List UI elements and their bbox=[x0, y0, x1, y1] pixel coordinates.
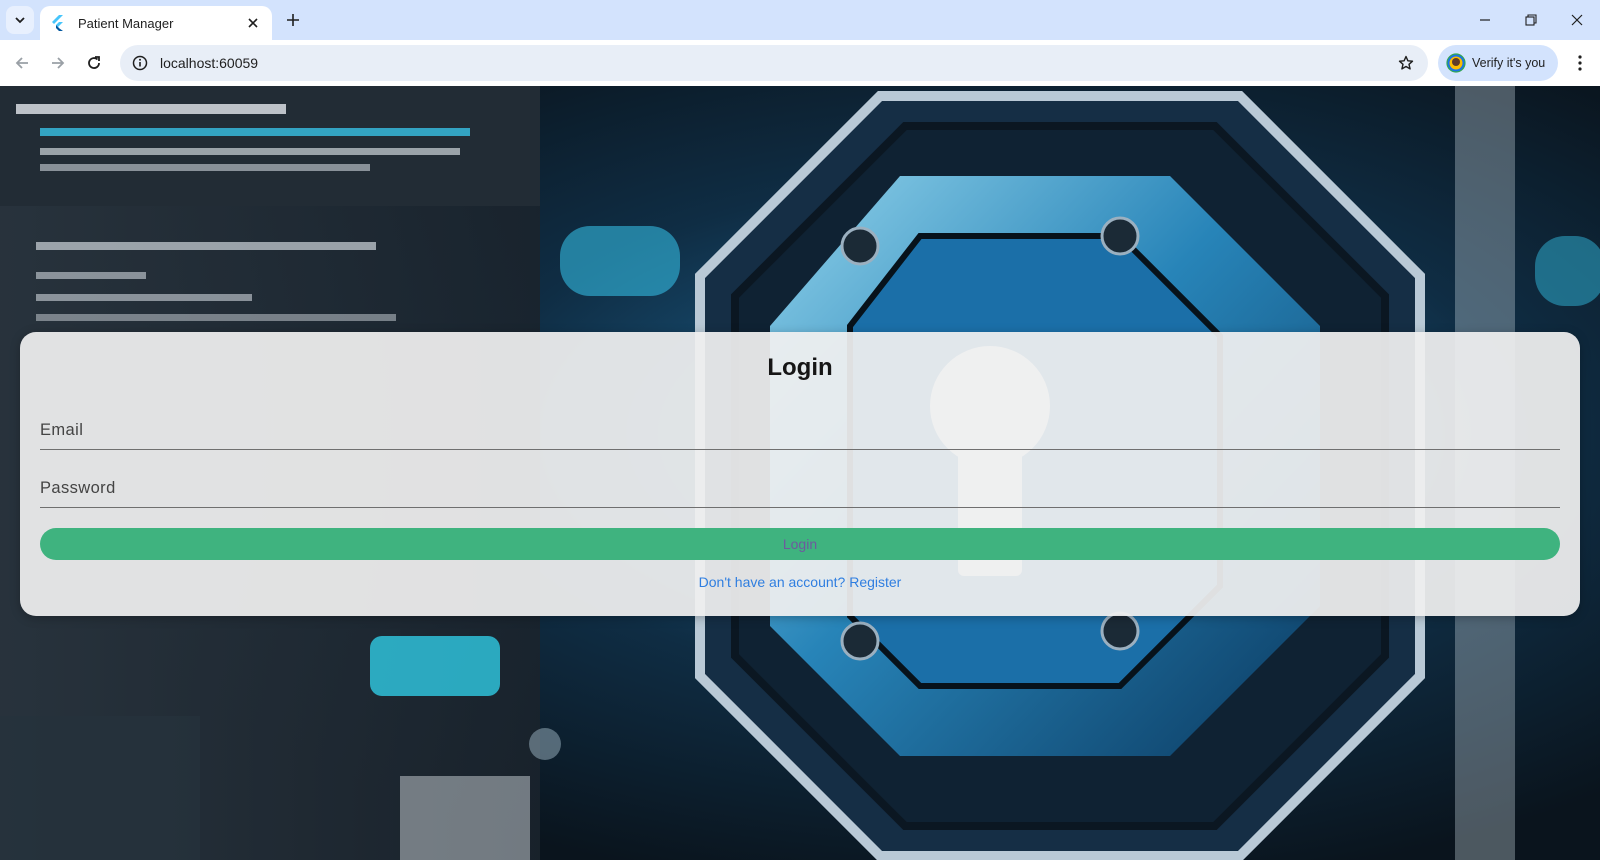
page-viewport: Login Login Don't have an account? Regis… bbox=[0, 86, 1600, 860]
window-controls bbox=[1462, 0, 1600, 40]
address-bar[interactable]: localhost:60059 bbox=[120, 45, 1428, 81]
email-field[interactable] bbox=[40, 406, 1560, 449]
bookmark-button[interactable] bbox=[1390, 47, 1422, 79]
login-title: Login bbox=[767, 354, 833, 381]
profile-verify-chip[interactable]: Verify it's you bbox=[1438, 45, 1558, 81]
tab-title: Patient Manager bbox=[78, 15, 174, 31]
minimize-icon bbox=[1480, 19, 1490, 21]
login-card: Login Login Don't have an account? Regis… bbox=[20, 332, 1580, 616]
reload-icon bbox=[88, 56, 100, 69]
browser-tab[interactable]: Patient Manager bbox=[40, 6, 272, 40]
login-button[interactable]: Login bbox=[40, 528, 1560, 560]
forward-button[interactable] bbox=[44, 49, 72, 77]
chevron-down-icon bbox=[15, 17, 25, 24]
restore-button[interactable] bbox=[1508, 0, 1554, 40]
reload-button[interactable] bbox=[80, 49, 108, 77]
avatar bbox=[1446, 53, 1466, 73]
close-window-button[interactable] bbox=[1554, 0, 1600, 40]
url-text[interactable]: localhost:60059 bbox=[160, 55, 1390, 71]
register-link[interactable]: Don't have an account? Register bbox=[20, 574, 1580, 590]
arrow-right-icon bbox=[52, 57, 65, 69]
tab-strip: Patient Manager bbox=[0, 0, 1600, 40]
kebab-menu-icon bbox=[1578, 55, 1582, 71]
arrow-left-icon bbox=[15, 57, 28, 69]
tab-search-button[interactable] bbox=[6, 6, 34, 34]
star-icon bbox=[1398, 55, 1414, 70]
browser-toolbar: localhost:60059 Verify it's you bbox=[0, 40, 1600, 86]
restore-icon bbox=[1525, 14, 1537, 26]
new-tab-button[interactable] bbox=[280, 7, 306, 33]
close-icon bbox=[1571, 14, 1583, 26]
flutter-icon bbox=[50, 15, 66, 31]
info-icon bbox=[132, 55, 148, 71]
site-info-button[interactable] bbox=[122, 45, 158, 81]
plus-icon bbox=[287, 14, 299, 26]
browser-menu-button[interactable] bbox=[1566, 49, 1594, 77]
verify-label: Verify it's you bbox=[1472, 56, 1546, 70]
close-icon[interactable] bbox=[244, 14, 262, 32]
back-button[interactable] bbox=[8, 49, 36, 77]
password-field[interactable] bbox=[40, 464, 1560, 507]
minimize-button[interactable] bbox=[1462, 0, 1508, 40]
email-field-container bbox=[40, 406, 1560, 450]
password-field-container bbox=[40, 464, 1560, 508]
